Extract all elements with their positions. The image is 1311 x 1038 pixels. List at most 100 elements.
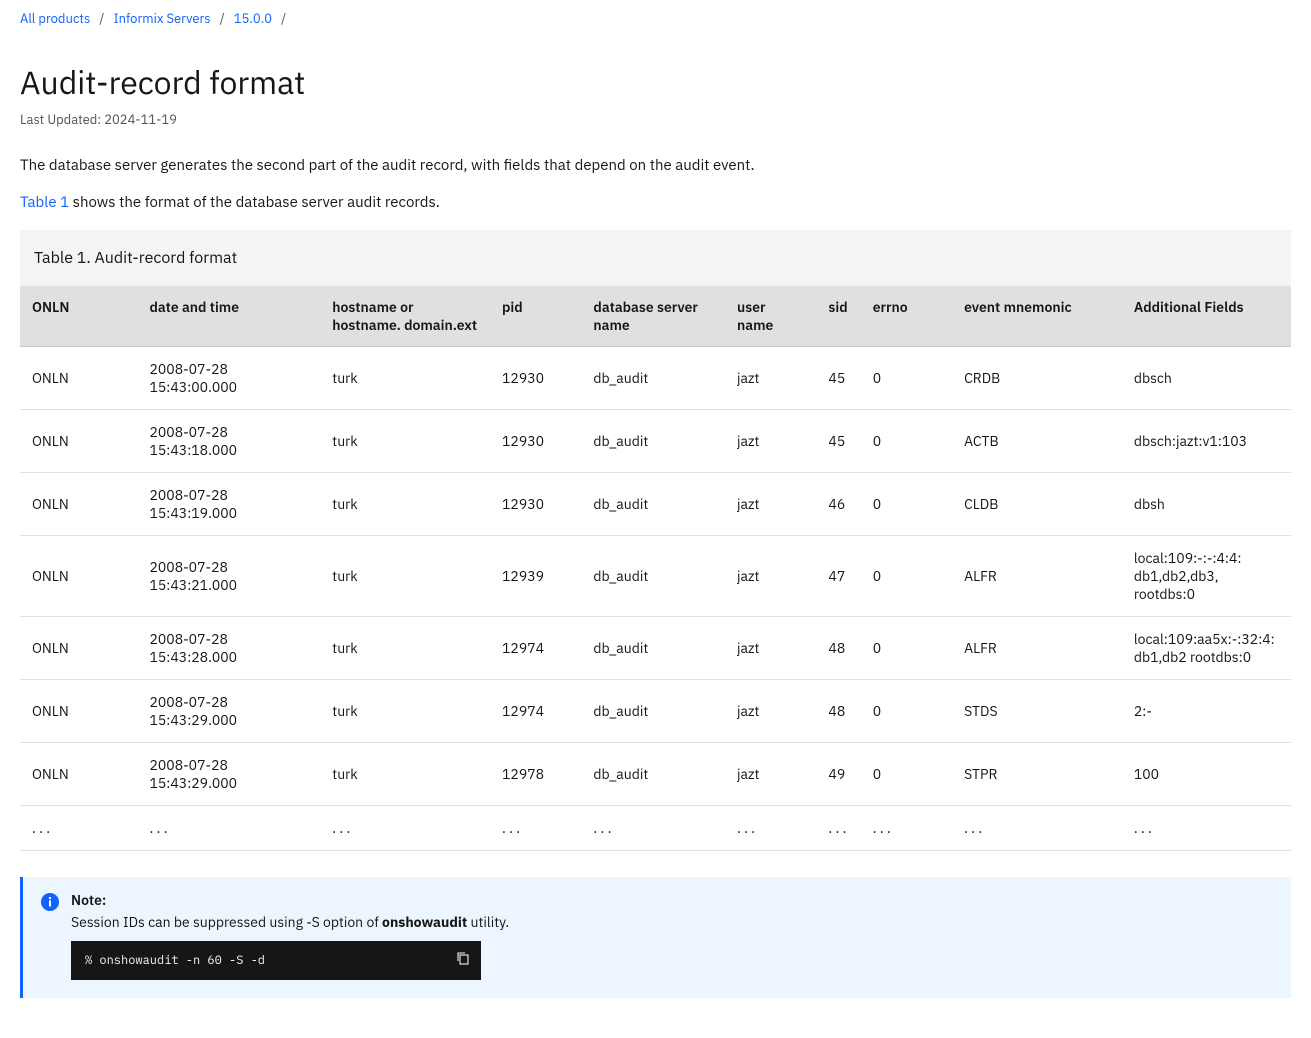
table-cell: turk: [320, 410, 490, 473]
note-content: Note: Session IDs can be suppressed usin…: [71, 891, 1273, 980]
table-cell: dbsch:jazt:v1:103: [1122, 410, 1291, 473]
table-cell: 12939: [490, 536, 581, 617]
table-cell: 2008-07-28 15:43:29.000: [138, 743, 321, 806]
breadcrumb: All products / Informix Servers / 15.0.0…: [20, 0, 1291, 37]
table-cell: 2:-: [1122, 680, 1291, 743]
table-cell: turk: [320, 536, 490, 617]
table-cell: STPR: [952, 743, 1122, 806]
table-cell: jazt: [725, 680, 816, 743]
table-cell: ONLN: [20, 680, 138, 743]
table-cell: 12930: [490, 347, 581, 410]
col-header-mnemonic: event mnemonic: [952, 286, 1122, 347]
table-cell: db_audit: [581, 410, 725, 473]
audit-record-table: ONLN date and time hostname or hostname.…: [20, 286, 1291, 851]
table-cell: . . .: [1122, 806, 1291, 851]
table-cell: 2008-07-28 15:43:28.000: [138, 617, 321, 680]
col-header-errno: errno: [861, 286, 952, 347]
table-cell: db_audit: [581, 617, 725, 680]
intro-paragraph-2: Table 1 shows the format of the database…: [20, 193, 1291, 212]
table-row: ONLN2008-07-28 15:43:21.000turk12939db_a…: [20, 536, 1291, 617]
breadcrumb-sep: /: [281, 10, 286, 27]
table-cell: 46: [816, 473, 860, 536]
breadcrumb-link-all-products[interactable]: All products: [20, 10, 90, 27]
table-cell: ONLN: [20, 617, 138, 680]
table-cell: . . .: [20, 806, 138, 851]
col-header-pid: pid: [490, 286, 581, 347]
table-cell: 100: [1122, 743, 1291, 806]
table-container: Table 1. Audit-record format ONLN date a…: [20, 230, 1291, 851]
col-header-sid: sid: [816, 286, 860, 347]
table-row: ONLN2008-07-28 15:43:29.000turk12974db_a…: [20, 680, 1291, 743]
note-text-prefix: Session IDs can be suppressed using -S o…: [71, 913, 382, 931]
code-block: % onshowaudit -n 60 -S -d: [71, 941, 481, 980]
table-cell: ACTB: [952, 410, 1122, 473]
table-cell: . . .: [490, 806, 581, 851]
table-row: ONLN2008-07-28 15:43:28.000turk12974db_a…: [20, 617, 1291, 680]
table-cell: 47: [816, 536, 860, 617]
col-header-dbserver: database server name: [581, 286, 725, 347]
table-cell: db_audit: [581, 743, 725, 806]
table-row: ONLN2008-07-28 15:43:19.000turk12930db_a…: [20, 473, 1291, 536]
table-cell: CRDB: [952, 347, 1122, 410]
table-cell: jazt: [725, 473, 816, 536]
intro-paragraph-2-rest: shows the format of the database server …: [69, 193, 440, 212]
table-cell: 0: [861, 473, 952, 536]
breadcrumb-sep: /: [220, 10, 225, 27]
table-cell: 2008-07-28 15:43:29.000: [138, 680, 321, 743]
col-header-username: user name: [725, 286, 816, 347]
note-text: Session IDs can be suppressed using -S o…: [71, 913, 1273, 931]
breadcrumb-sep: /: [99, 10, 104, 27]
table-cell: 12978: [490, 743, 581, 806]
table-cell: 12974: [490, 680, 581, 743]
table-header-row: ONLN date and time hostname or hostname.…: [20, 286, 1291, 347]
table-cell: db_audit: [581, 536, 725, 617]
table-cell: . . .: [725, 806, 816, 851]
table-cell: 45: [816, 410, 860, 473]
table-caption: Table 1. Audit-record format: [20, 230, 1291, 286]
table-cell: jazt: [725, 536, 816, 617]
table-cell: 0: [861, 347, 952, 410]
table-cell: db_audit: [581, 473, 725, 536]
col-header-onln: ONLN: [20, 286, 138, 347]
table-cell: . . .: [138, 806, 321, 851]
breadcrumb-link-informix-servers[interactable]: Informix Servers: [113, 10, 210, 27]
table-row: ONLN2008-07-28 15:43:29.000turk12978db_a…: [20, 743, 1291, 806]
note-box: Note: Session IDs can be suppressed usin…: [20, 877, 1291, 998]
table-cell: jazt: [725, 347, 816, 410]
table-cell: db_audit: [581, 347, 725, 410]
page-title: Audit-record format: [20, 61, 1291, 103]
breadcrumb-link-version[interactable]: 15.0.0: [234, 10, 272, 27]
table-cell: STDS: [952, 680, 1122, 743]
table-cell: turk: [320, 617, 490, 680]
table-cell: jazt: [725, 410, 816, 473]
table-cell: 48: [816, 680, 860, 743]
table-cell: dbsch: [1122, 347, 1291, 410]
table-cell: 12930: [490, 473, 581, 536]
intro-paragraph-1: The database server generates the second…: [20, 156, 1291, 175]
table-cell: 0: [861, 410, 952, 473]
info-icon: [41, 893, 59, 911]
table-cell: ONLN: [20, 473, 138, 536]
col-header-date: date and time: [138, 286, 321, 347]
table-cell: 2008-07-28 15:43:18.000: [138, 410, 321, 473]
note-text-code: onshowaudit: [382, 913, 467, 931]
table-cell: 0: [861, 680, 952, 743]
table-cell: ONLN: [20, 536, 138, 617]
table-row: . . .. . .. . .. . .. . .. . .. . .. . .…: [20, 806, 1291, 851]
table-cell: . . .: [861, 806, 952, 851]
table-1-link[interactable]: Table 1: [20, 193, 69, 212]
copy-icon: [455, 954, 471, 969]
col-header-additional: Additional Fields: [1122, 286, 1291, 347]
table-cell: ALFR: [952, 536, 1122, 617]
table-cell: ONLN: [20, 743, 138, 806]
table-cell: db_audit: [581, 680, 725, 743]
table-cell: local:109:aa5x:-:32:4: db1,db2 rootdbs:0: [1122, 617, 1291, 680]
note-text-suffix: utility.: [467, 913, 509, 931]
table-cell: turk: [320, 680, 490, 743]
table-cell: turk: [320, 347, 490, 410]
table-cell: 2008-07-28 15:43:00.000: [138, 347, 321, 410]
code-text: % onshowaudit -n 60 -S -d: [85, 953, 265, 968]
table-cell: 48: [816, 617, 860, 680]
table-cell: jazt: [725, 617, 816, 680]
copy-button[interactable]: [451, 947, 475, 971]
